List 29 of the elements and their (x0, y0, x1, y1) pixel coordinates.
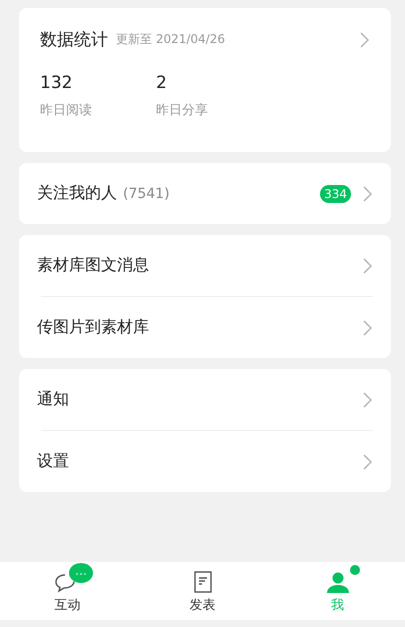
nav-tab[interactable]: 发表 (135, 562, 270, 620)
chevron-icon (363, 392, 372, 408)
chevron-icon (363, 258, 372, 274)
stat-label: 昨日分享 (156, 102, 209, 119)
menu-label: 传图片到素材库 (37, 317, 149, 338)
count-badge: 334 (320, 184, 351, 202)
stats-card[interactable]: 数据统计 更新至 2021/04/26 132 昨日阅读 2 昨日分享 (19, 8, 391, 152)
menu-item[interactable]: 传图片到素材库 (19, 297, 391, 358)
stat-label: 昨日阅读 (40, 102, 93, 119)
menu-label: 关注我的人 (37, 183, 117, 204)
nav-tab[interactable]: 互动 (0, 562, 135, 620)
menu-label: 设置 (37, 451, 69, 472)
menu-item[interactable]: 关注我的人 (7541) 334 (19, 163, 391, 224)
menu-item[interactable]: 设置 (19, 431, 391, 492)
menu-label: 通知 (37, 389, 69, 410)
stat-value: 2 (156, 73, 168, 93)
menu-item[interactable]: 素材库图文消息 (19, 235, 391, 296)
update-date: 更新至 2021/04/26 (116, 31, 226, 48)
chevron-icon (363, 454, 372, 470)
follower-count: (7541) (123, 186, 170, 202)
person-icon (326, 570, 348, 592)
chevron-icon (360, 32, 369, 48)
menu-item[interactable]: 通知 (19, 369, 391, 430)
menu-label: 素材库图文消息 (37, 255, 149, 276)
chevron-icon (363, 186, 372, 202)
stat-value: 132 (40, 73, 74, 93)
chevron-icon (363, 320, 372, 336)
stats-title: 数据统计 (40, 29, 108, 51)
document-icon (194, 570, 212, 592)
